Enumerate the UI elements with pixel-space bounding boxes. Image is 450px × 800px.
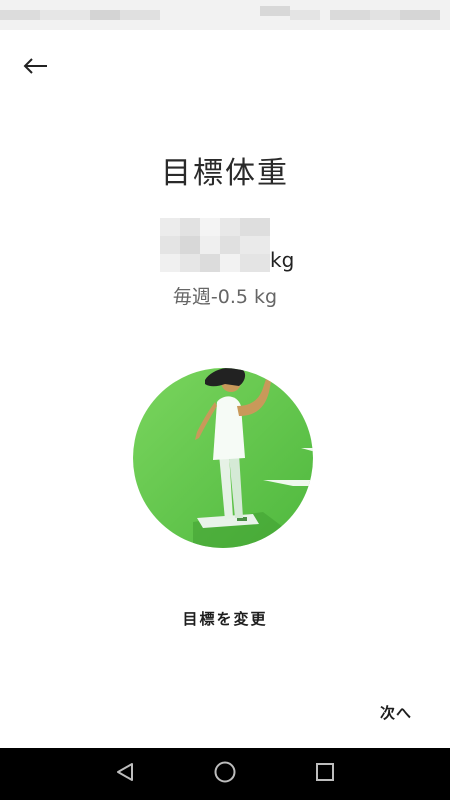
- change-goal-button[interactable]: 目標を変更: [0, 608, 450, 629]
- weight-value-redacted: [160, 218, 270, 272]
- nav-recents-square-icon: [314, 761, 336, 787]
- page-title: 目標体重: [161, 156, 289, 191]
- app-screen: 目標体重 kg 毎週-0.5 kg 目標を変更 次へ: [0, 0, 450, 800]
- nav-back-button[interactable]: [95, 748, 155, 800]
- back-button[interactable]: [14, 48, 58, 84]
- status-bar: [0, 0, 450, 30]
- nav-home-circle-icon: [213, 760, 237, 788]
- weekly-rate: 毎週-0.5 kg: [172, 286, 278, 308]
- nav-home-button[interactable]: [195, 748, 255, 800]
- nav-recents-button[interactable]: [295, 748, 355, 800]
- system-nav-bar: [0, 748, 450, 800]
- next-button[interactable]: 次へ: [380, 702, 412, 723]
- weight-unit: kg: [270, 248, 295, 272]
- arrow-left-icon: [23, 58, 49, 74]
- woman-on-scale-illustration: [133, 362, 317, 550]
- nav-back-triangle-icon: [114, 761, 136, 787]
